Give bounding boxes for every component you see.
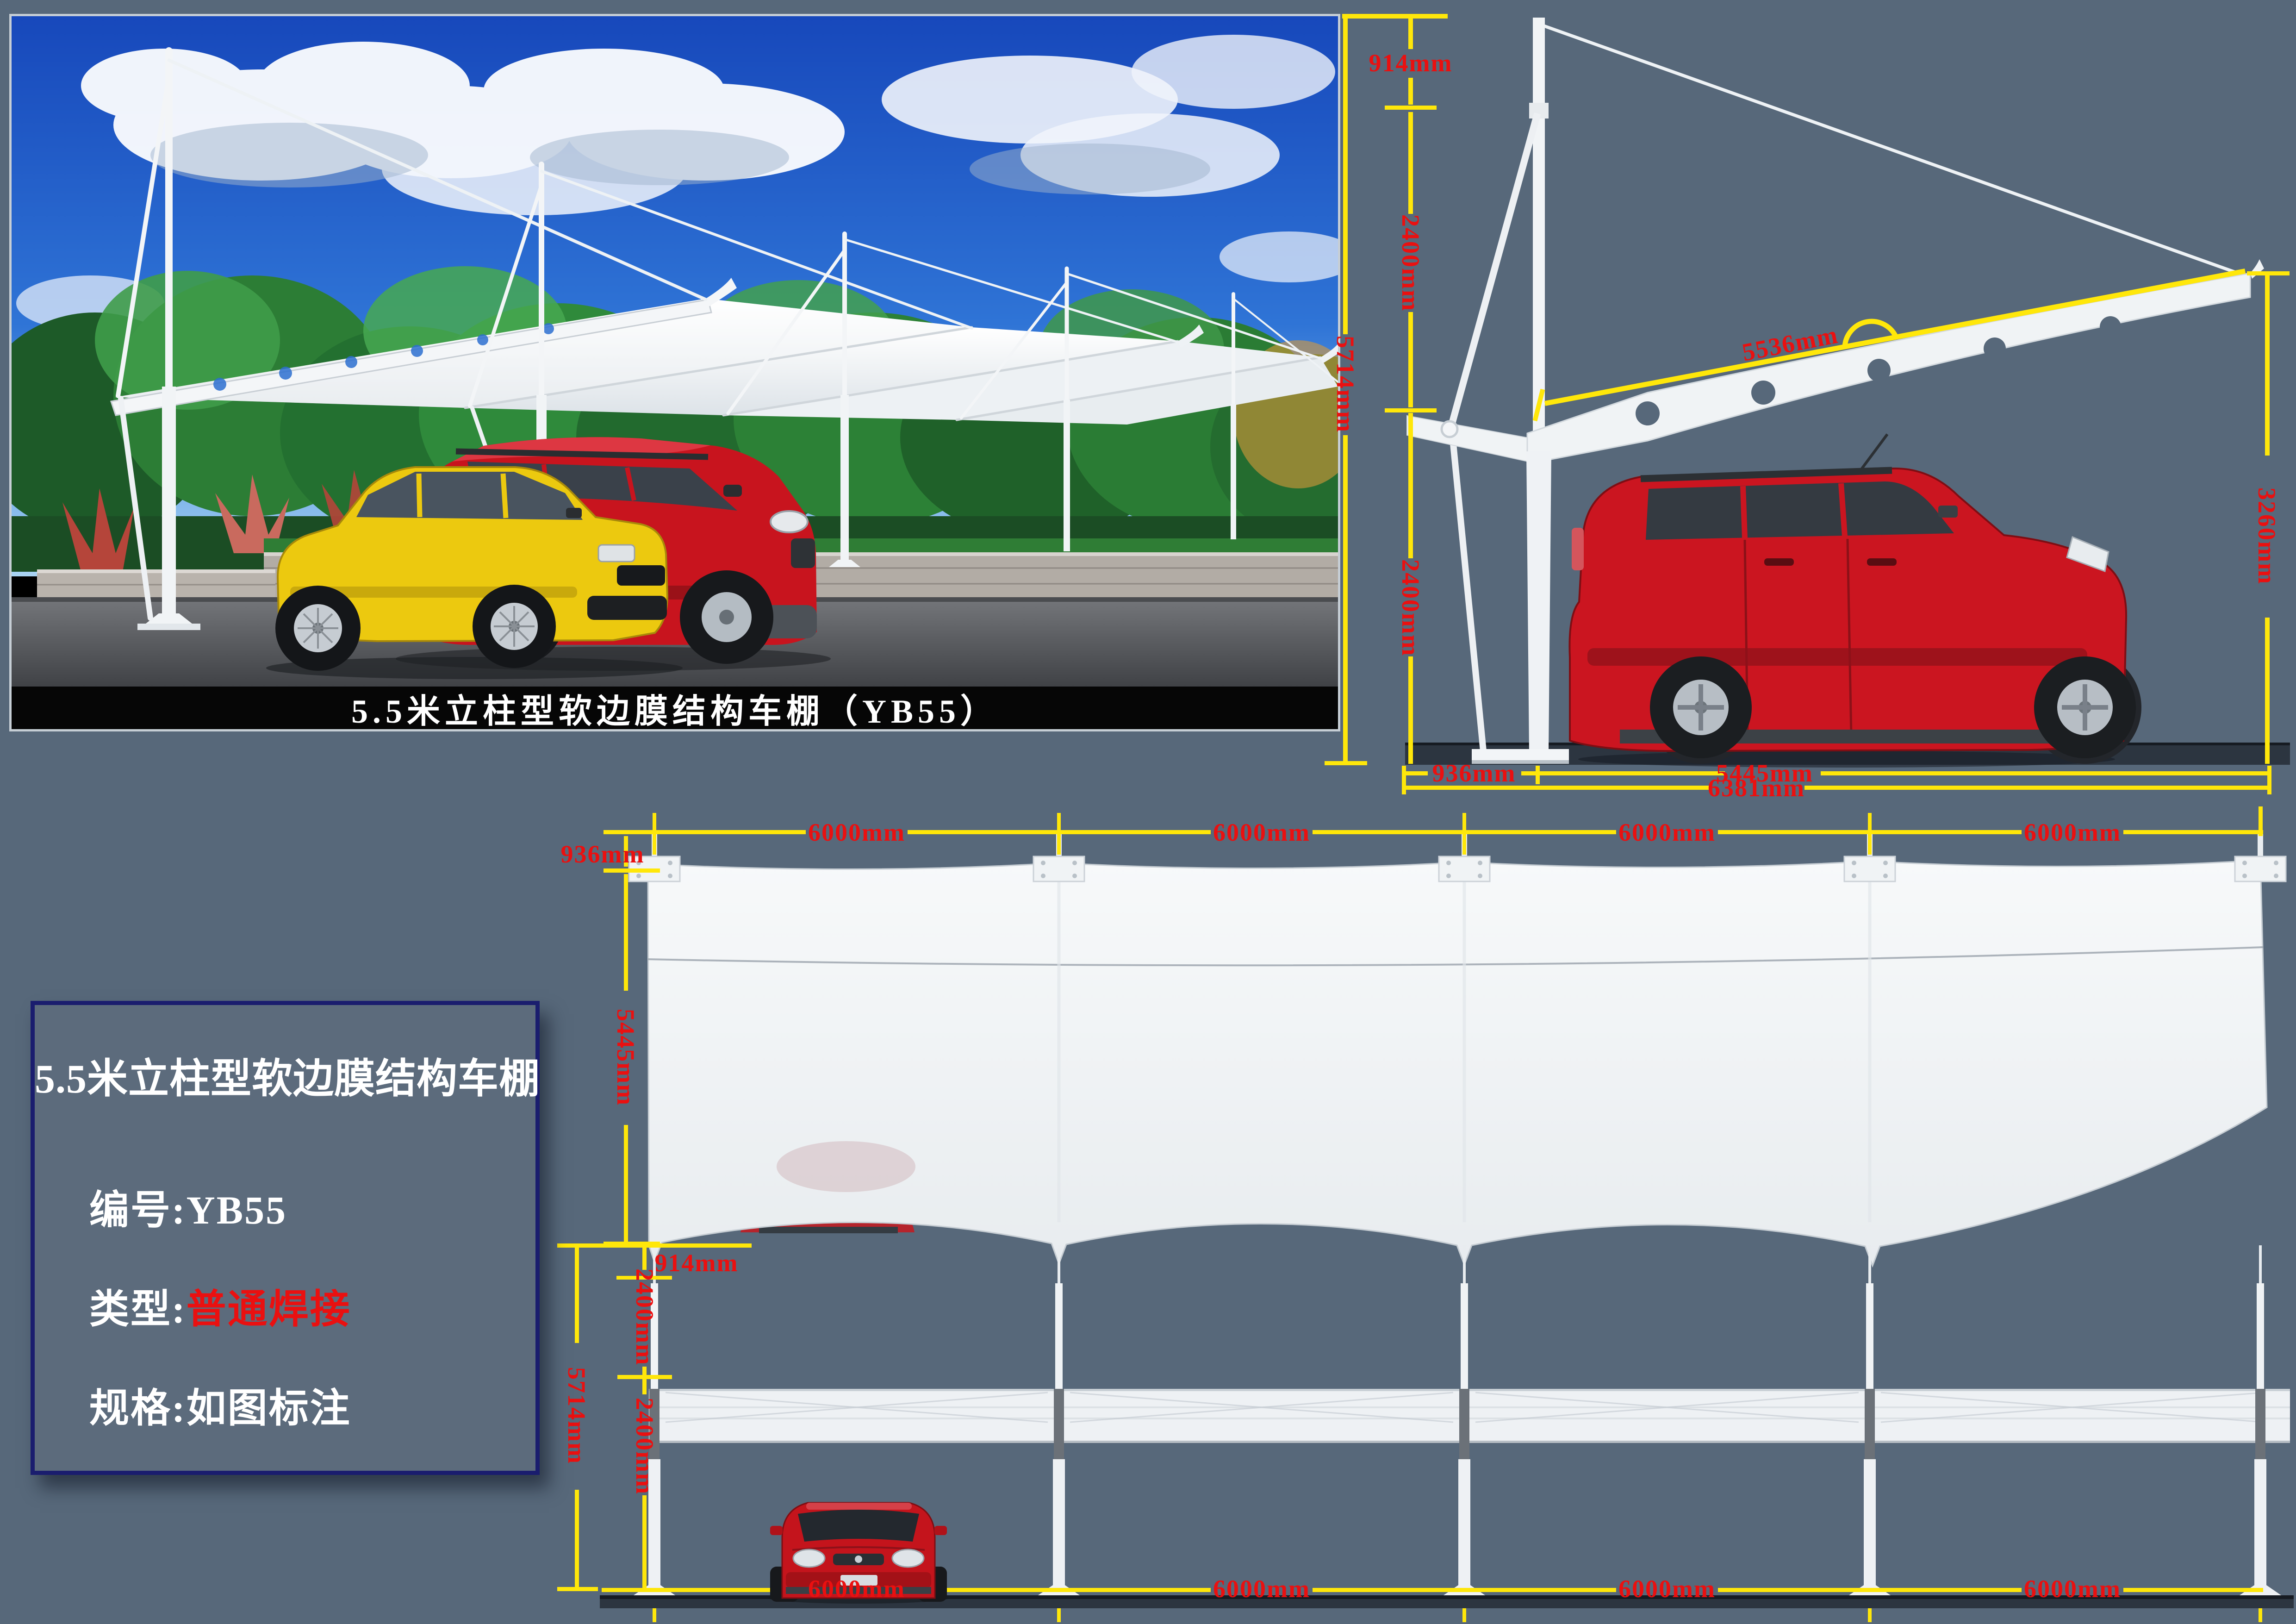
spec-size-label: 规格: — [89, 1386, 187, 1430]
spec-number-label: 编号: — [89, 1188, 187, 1232]
membrane-panel — [648, 860, 2267, 1266]
dim-front-bay-3: 6000mm — [1618, 1576, 1716, 1601]
dim-plan-bay-3: 6000mm — [1618, 820, 1716, 845]
dim-side-mast-ext: 914mm — [1369, 50, 1453, 75]
dim-plan-rear: 936mm — [561, 842, 645, 867]
spec-number-value: YB55 — [187, 1188, 287, 1232]
spec-sheet: 5.5米立柱型软边膜结构车棚（YB55） — [0, 0, 2296, 1624]
dim-front-upper: 2400mm — [632, 1268, 657, 1366]
spec-type-label: 类型: — [89, 1287, 187, 1331]
spec-title: 5.5米立柱型软边膜结构车棚 — [35, 1046, 535, 1105]
red-suv-side — [1569, 434, 2141, 764]
dim-side-height: 5714mm — [1333, 336, 1358, 433]
spec-size-value: 如图标注 — [187, 1386, 351, 1430]
dim-front-lower: 2400mm — [632, 1398, 657, 1495]
dim-side-lower: 2400mm — [1398, 559, 1423, 656]
dim-plan-bay-4: 6000mm — [2024, 820, 2121, 845]
front-elevation — [557, 1243, 2294, 1622]
dim-plan-bay-1: 6000mm — [808, 820, 905, 845]
plan-view — [604, 806, 2286, 1266]
spec-type-value: 普通焊接 — [187, 1287, 351, 1331]
dim-plan-depth: 5445mm — [613, 1009, 638, 1106]
spec-row-size: 规格:如图标注 — [89, 1375, 351, 1433]
dim-front-bay-4: 6000mm — [2024, 1576, 2121, 1601]
dim-side-upper: 2400mm — [1398, 214, 1423, 312]
spec-row-type: 类型:普通焊接 — [89, 1276, 351, 1334]
dim-side-rear-off: 936mm — [1432, 761, 1516, 786]
dim-side-total: 6381mm — [1708, 775, 1805, 800]
dim-front-mast-ext: 914mm — [655, 1250, 739, 1275]
dim-plan-bay-2: 6000mm — [1213, 820, 1310, 845]
side-elevation — [1325, 14, 2290, 794]
spec-info-box: 5.5米立柱型软边膜结构车棚 编号:YB55 类型:普通焊接 规格:如图标注 — [31, 1001, 540, 1475]
dim-front-bay-1: 6000mm — [808, 1576, 905, 1601]
spec-row-number: 编号:YB55 — [89, 1177, 287, 1235]
dim-side-clearance: 3260mm — [2254, 487, 2279, 585]
dim-front-bay-2: 6000mm — [1213, 1576, 1310, 1601]
dim-front-height: 5714mm — [564, 1367, 589, 1464]
